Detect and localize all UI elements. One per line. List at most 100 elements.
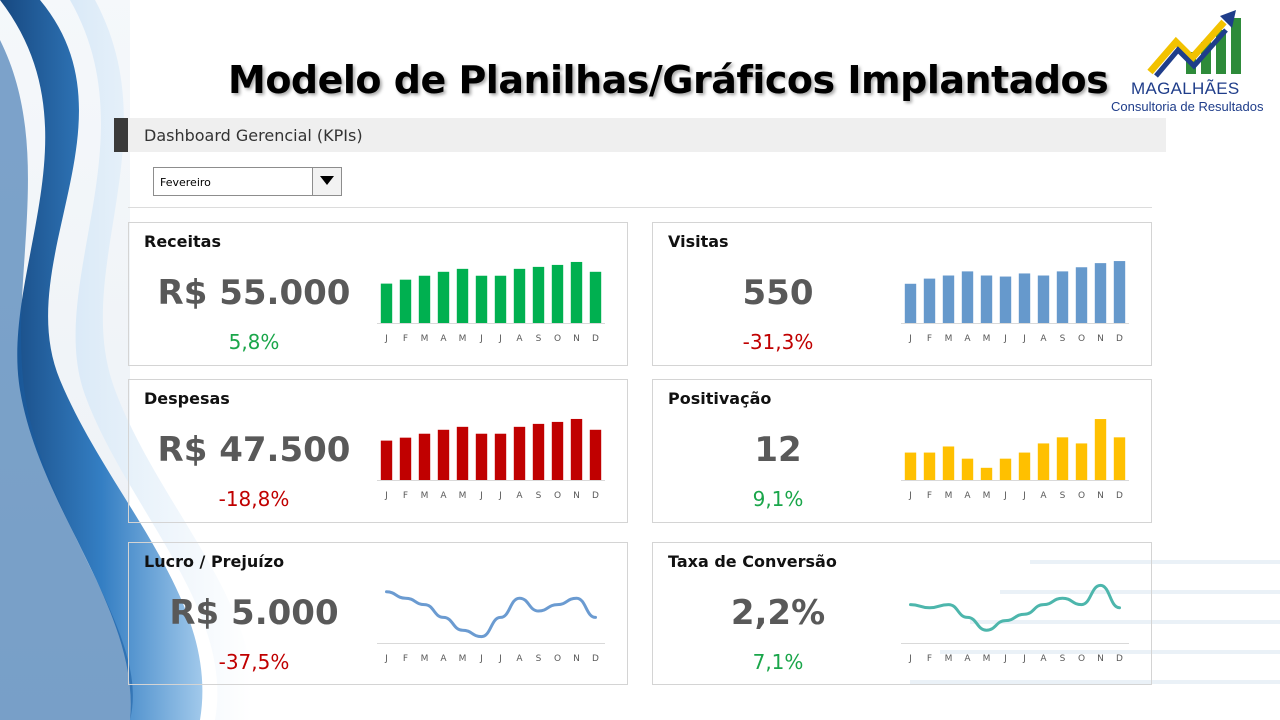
bar-a-7 — [1037, 275, 1050, 323]
bar-j-0 — [380, 283, 393, 323]
month-label: J — [498, 654, 502, 664]
month-label: A — [964, 491, 971, 501]
card-change: 7,1% — [752, 650, 804, 674]
bar-a-3 — [961, 271, 974, 323]
month-label: J — [498, 334, 502, 344]
bar-a-7 — [513, 426, 526, 480]
month-label: M — [459, 334, 467, 344]
bar-j-5 — [999, 276, 1012, 323]
card-change: 9,1% — [752, 487, 804, 511]
bar-o-9 — [1075, 443, 1088, 480]
kpi-card-despesas: Despesas R$ 47.500 -18,8% J F M A M J J A S O N D — [128, 379, 628, 523]
bar-d-11 — [1113, 261, 1126, 323]
bar-m-4 — [980, 467, 993, 480]
card-title: Positivação — [668, 389, 772, 408]
month-label: S — [1060, 334, 1066, 344]
bar-a-7 — [1037, 443, 1050, 480]
bar-n-10 — [1094, 419, 1107, 480]
card-value: 550 — [742, 273, 814, 313]
dropdown-arrow-button[interactable] — [312, 168, 341, 195]
card-title: Lucro / Prejuízo — [144, 552, 285, 571]
bar-j-0 — [380, 440, 393, 480]
bar-m-4 — [456, 426, 469, 480]
month-label: M — [983, 654, 991, 664]
month-label: A — [964, 654, 971, 664]
bar-s-8 — [532, 266, 545, 323]
bar-m-4 — [456, 268, 469, 323]
dashboard-header-label: Dashboard Gerencial (KPIs) — [144, 126, 363, 145]
month-label: J — [384, 654, 388, 664]
month-label: N — [573, 334, 580, 344]
card-title: Despesas — [144, 389, 230, 408]
page-title: Modelo de Planilhas/Gráficos Implantados — [228, 58, 1109, 102]
month-label: M — [459, 491, 467, 501]
bar-a-3 — [437, 271, 450, 323]
month-label: D — [592, 654, 599, 664]
month-label: A — [440, 491, 447, 501]
month-label: M — [945, 654, 953, 664]
bar-f-1 — [923, 452, 936, 480]
card-value: 2,2% — [730, 593, 826, 633]
month-label: J — [384, 334, 388, 344]
month-label: D — [1116, 334, 1123, 344]
bar-j-5 — [999, 458, 1012, 480]
kpi-card-lucro: Lucro / Prejuízo R$ 5.000 -37,5% J F M A M J J… — [128, 542, 628, 685]
month-label: J — [1003, 654, 1007, 664]
bar-o-9 — [551, 421, 564, 480]
card-title: Taxa de Conversão — [668, 552, 837, 571]
month-label: J — [479, 491, 483, 501]
bar-m-2 — [942, 446, 955, 480]
month-select[interactable]: Fevereiro — [153, 167, 342, 196]
month-label: S — [536, 334, 542, 344]
card-title: Visitas — [668, 232, 729, 251]
month-label: J — [498, 491, 502, 501]
month-label: J — [1022, 491, 1026, 501]
logo-tagline: Consultoria de Resultados — [1111, 99, 1264, 114]
kpi-card-positivacao: Positivação 12 9,1% J F M A M J J A S O N D — [652, 379, 1152, 523]
month-label: J — [479, 654, 483, 664]
month-label: M — [421, 654, 429, 664]
card-value: 12 — [754, 430, 802, 470]
conversao-chart: JFMAMJJASOND — [901, 583, 1129, 664]
bar-f-1 — [399, 279, 412, 323]
month-label: F — [927, 654, 932, 664]
month-label: N — [1097, 334, 1104, 344]
card-value: R$ 5.000 — [169, 593, 339, 633]
bar-o-9 — [1075, 267, 1088, 323]
bar-a-3 — [437, 429, 450, 480]
bar-s-8 — [1056, 437, 1069, 480]
bar-n-10 — [1094, 263, 1107, 323]
bar-j-0 — [904, 283, 917, 323]
month-label: F — [403, 654, 408, 664]
month-label: S — [1060, 654, 1066, 664]
bar-j-6 — [1018, 452, 1031, 480]
month-label: S — [536, 654, 542, 664]
month-label: O — [1078, 334, 1085, 344]
kpi-card-receitas: Receitas R$ 55.000 5,8% J F M A M J J A S O N D — [128, 222, 628, 366]
month-label: M — [421, 334, 429, 344]
month-label: O — [1078, 491, 1085, 501]
month-label: A — [440, 334, 447, 344]
logo-name: MAGALHÃES — [1131, 79, 1240, 98]
bar-j-6 — [494, 275, 507, 323]
month-label: O — [1078, 654, 1085, 664]
month-label: A — [1040, 334, 1047, 344]
series-line — [385, 590, 597, 639]
month-label: F — [403, 491, 408, 501]
month-label: N — [573, 491, 580, 501]
bar-j-5 — [475, 433, 488, 480]
month-label: A — [1040, 654, 1047, 664]
series-line — [909, 583, 1121, 632]
month-label: J — [908, 491, 912, 501]
bar-d-11 — [589, 429, 602, 480]
bar-s-8 — [532, 423, 545, 480]
receitas-chart: JFMAMJJASOND — [377, 261, 605, 344]
month-label: A — [516, 491, 523, 501]
month-label: A — [1040, 491, 1047, 501]
bar-d-11 — [1113, 437, 1126, 480]
bar-j-5 — [475, 275, 488, 323]
bar-m-2 — [418, 275, 431, 323]
month-label: A — [516, 334, 523, 344]
month-label: N — [573, 654, 580, 664]
card-change: -37,5% — [218, 650, 290, 674]
